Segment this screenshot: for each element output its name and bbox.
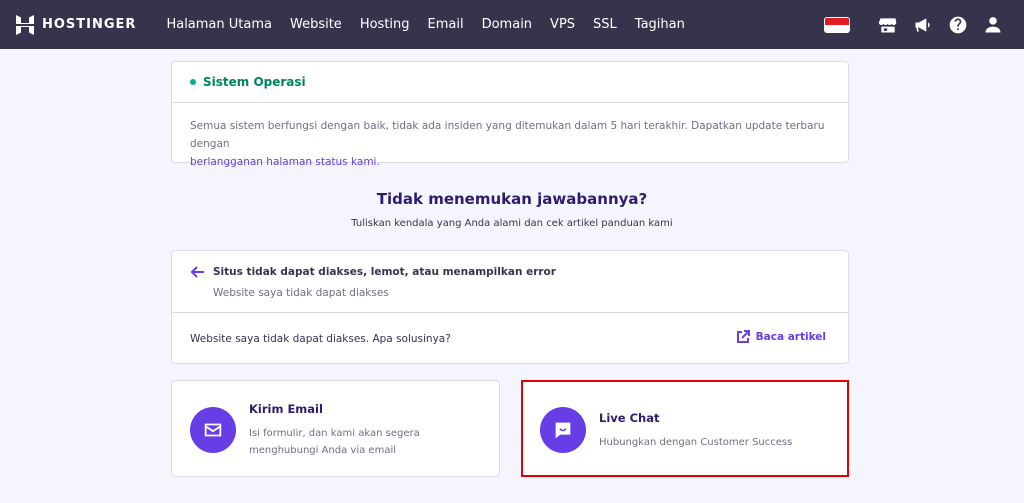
- envelope-icon: [190, 407, 236, 453]
- user-icon[interactable]: [982, 14, 1004, 36]
- read-article-label: Baca artikel: [755, 331, 826, 343]
- status-message: Semua sistem berfungsi dengan baik, tida…: [172, 103, 848, 171]
- nav-domain[interactable]: Domain: [482, 17, 532, 32]
- chat-bubble-icon: [540, 407, 586, 453]
- help-subheading: Tuliskan kendala yang Anda alami dan cek…: [351, 218, 673, 229]
- system-status-card: Sistem Operasi Semua sistem berfungsi de…: [171, 61, 849, 168]
- nav-halaman-utama[interactable]: Halaman Utama: [166, 17, 272, 32]
- hostinger-logo[interactable]: HOSTINGER: [16, 0, 136, 49]
- help-heading: Tidak menemukan jawabannya?: [376, 190, 648, 208]
- nav-actions: [824, 0, 1004, 49]
- nav-website[interactable]: Website: [290, 17, 342, 32]
- external-link-icon: [736, 330, 750, 343]
- nav-hosting[interactable]: Hosting: [360, 17, 410, 32]
- main-nav: Halaman Utama Website Hosting Email Doma…: [166, 17, 702, 32]
- nav-vps[interactable]: VPS: [550, 17, 575, 32]
- hostinger-logo-icon: [16, 14, 34, 35]
- help-icon[interactable]: [947, 14, 969, 36]
- nav-ssl[interactable]: SSL: [593, 17, 617, 32]
- nav-email[interactable]: Email: [428, 17, 464, 32]
- article-card: Situs tidak dapat diakses, lemot, atau m…: [171, 250, 849, 364]
- send-email-card[interactable]: Kirim Email Isi formulir, dan kami akan …: [171, 380, 500, 477]
- live-chat-description: Hubungkan dengan Customer Success: [599, 437, 793, 448]
- live-chat-title: Live Chat: [599, 411, 660, 425]
- live-chat-card[interactable]: Live Chat Hubungkan dengan Customer Succ…: [521, 380, 849, 477]
- status-header: Sistem Operasi: [172, 62, 848, 103]
- send-email-description: Isi formulir, dan kami akan segera mengh…: [249, 428, 420, 456]
- status-text: Semua sistem berfungsi dengan baik, tida…: [190, 120, 825, 150]
- megaphone-icon[interactable]: [912, 14, 934, 36]
- status-subscribe-link[interactable]: berlangganan halaman status kami.: [190, 156, 380, 168]
- status-title: Sistem Operasi: [203, 75, 306, 89]
- send-email-title: Kirim Email: [249, 402, 323, 416]
- read-article-link[interactable]: Baca artikel: [736, 330, 826, 344]
- article-topic: Situs tidak dapat diakses, lemot, atau m…: [172, 251, 848, 313]
- store-icon[interactable]: [877, 14, 899, 36]
- indonesia-flag-icon[interactable]: [824, 16, 850, 33]
- top-navbar: HOSTINGER Halaman Utama Website Hosting …: [0, 0, 1024, 49]
- article-topic-subtitle: Website saya tidak dapat diakses: [213, 287, 389, 299]
- article-row: Website saya tidak dapat diakses. Apa so…: [172, 313, 848, 364]
- article-question: Website saya tidak dapat diakses. Apa so…: [190, 332, 451, 345]
- article-topic-title: Situs tidak dapat diakses, lemot, atau m…: [213, 266, 556, 278]
- back-arrow-icon[interactable]: [190, 264, 208, 280]
- nav-tagihan[interactable]: Tagihan: [635, 17, 685, 32]
- brand-name: HOSTINGER: [42, 17, 137, 32]
- status-ok-dot-icon: [190, 79, 196, 85]
